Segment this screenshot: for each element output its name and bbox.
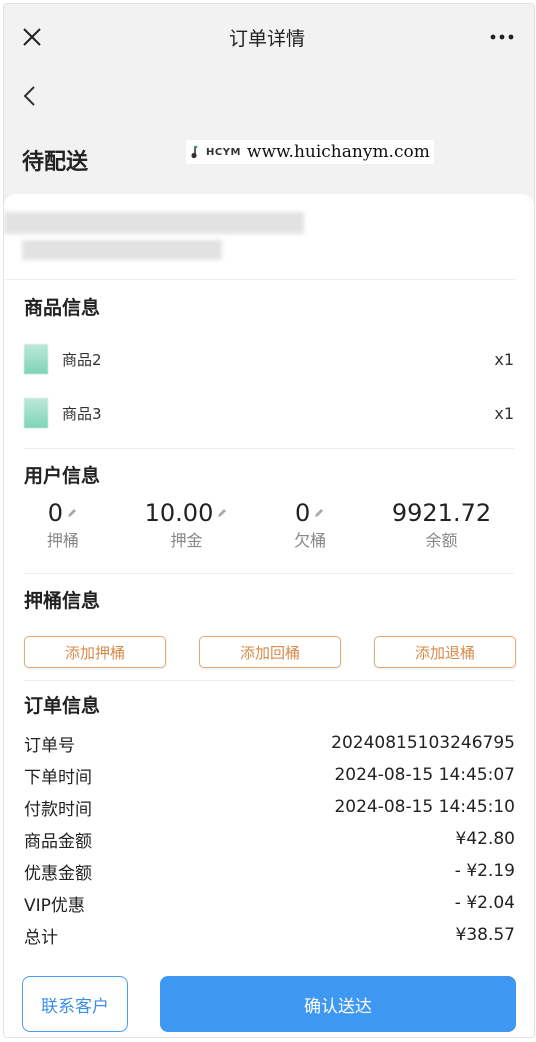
stat-deposit-bucket[interactable]: 0 押桶: [47, 499, 79, 563]
order-info-list: 订单号 20240815103246795 下单时间 2024-08-15 14…: [4, 727, 534, 951]
order-card: 商品信息 商品2 x1 商品3 x1 用户信息 0 押桶 10.00 押金 0 …: [4, 194, 534, 1037]
watermark-logo-text: HCYM: [206, 146, 241, 158]
stat-value: 0: [294, 499, 311, 527]
goods-qty: x1: [494, 403, 514, 423]
stat-label: 押桶: [46, 531, 79, 550]
info-label: 付款时间: [24, 799, 92, 820]
info-value: 2024-08-15 14:45:10: [334, 797, 515, 817]
confirm-delivery-button[interactable]: 确认送达: [160, 976, 516, 1032]
goods-item: 商品3 x1: [4, 386, 534, 440]
close-icon[interactable]: [18, 23, 46, 51]
stat-value: 10.00: [144, 499, 214, 527]
order-section-header: 订单信息: [4, 681, 534, 727]
watermark-url: www.huichanym.com: [246, 142, 430, 162]
edit-icon[interactable]: [66, 507, 78, 519]
info-label: VIP优惠: [24, 895, 85, 916]
bucket-section-header: 押桶信息: [4, 574, 534, 624]
order-status: 待配送: [22, 150, 89, 175]
goods-thumbnail: [24, 398, 48, 428]
goods-name: 商品2: [62, 350, 102, 369]
info-label: 下单时间: [24, 767, 92, 788]
user-section-title: 用户信息: [24, 464, 101, 487]
info-label: 订单号: [24, 735, 75, 756]
info-value: 20240815103246795: [331, 733, 515, 753]
order-info-row: 付款时间 2024-08-15 14:45:10: [4, 791, 534, 823]
goods-section-header: 商品信息: [4, 280, 534, 332]
info-value: ¥38.57: [455, 925, 515, 945]
user-stats: 0 押桶 10.00 押金 0 欠桶 9921.72 余额: [4, 499, 534, 563]
goods-name: 商品3: [62, 404, 102, 423]
more-icon[interactable]: [488, 23, 516, 51]
order-info-row: 商品金额 ¥42.80: [4, 823, 534, 855]
stat-value: 9921.72: [391, 499, 492, 527]
info-value: ¥42.80: [455, 829, 515, 849]
stat-label: 欠桶: [294, 531, 327, 550]
stat-value: 0: [47, 499, 64, 527]
watermark-logo-icon: [191, 145, 198, 159]
goods-thumbnail: [24, 344, 48, 374]
info-label: 优惠金额: [24, 863, 92, 884]
info-value: - ¥2.19: [454, 861, 515, 881]
bottom-action-bar: 联系客户 确认送达: [4, 971, 534, 1037]
info-label: 总计: [24, 927, 58, 948]
stat-label: 余额: [425, 531, 458, 550]
top-bar: 订单详情: [4, 4, 534, 70]
stat-label: 押金: [170, 531, 203, 550]
info-value: 2024-08-15 14:45:07: [334, 765, 515, 785]
watermark: HCYM www.huichanym.com: [186, 140, 434, 164]
user-section-header: 用户信息: [4, 449, 534, 499]
contact-customer-button[interactable]: 联系客户: [22, 976, 128, 1032]
status-row: 待配送 HCYM www.huichanym.com: [4, 126, 534, 194]
stat-balance: 9921.72 余额: [392, 499, 491, 563]
add-refund-bucket-button[interactable]: 添加退桶: [374, 636, 516, 668]
order-info-row: 下单时间 2024-08-15 14:45:07: [4, 759, 534, 791]
bucket-buttons: 添加押桶 添加回桶 添加退桶: [4, 636, 534, 668]
stat-deposit-amount[interactable]: 10.00 押金: [145, 499, 229, 563]
order-info-row: VIP优惠 - ¥2.04: [4, 887, 534, 919]
edit-icon[interactable]: [313, 507, 325, 519]
goods-qty: x1: [494, 349, 514, 369]
order-info-row: 订单号 20240815103246795: [4, 727, 534, 759]
address-blurred: [4, 194, 516, 280]
back-row: [4, 70, 534, 126]
goods-section-title: 商品信息: [24, 296, 101, 319]
goods-item: 商品2 x1: [4, 332, 534, 386]
app-frame: 订单详情 待配送 HCYM www.huichanym.com 商品信息 商品2…: [3, 3, 535, 1038]
order-section-title: 订单信息: [24, 694, 101, 717]
back-arrow-icon[interactable]: [22, 85, 36, 111]
info-value: - ¥2.04: [454, 893, 515, 913]
add-return-bucket-button[interactable]: 添加回桶: [199, 636, 341, 668]
info-label: 商品金额: [24, 831, 92, 852]
stat-owed-bucket[interactable]: 0 欠桶: [294, 499, 326, 563]
order-info-row: 优惠金额 - ¥2.19: [4, 855, 534, 887]
bucket-section-title: 押桶信息: [24, 589, 101, 612]
edit-icon[interactable]: [216, 507, 228, 519]
add-deposit-bucket-button[interactable]: 添加押桶: [24, 636, 166, 668]
page-title: 订单详情: [228, 27, 305, 50]
order-info-row: 总计 ¥38.57: [4, 919, 534, 951]
